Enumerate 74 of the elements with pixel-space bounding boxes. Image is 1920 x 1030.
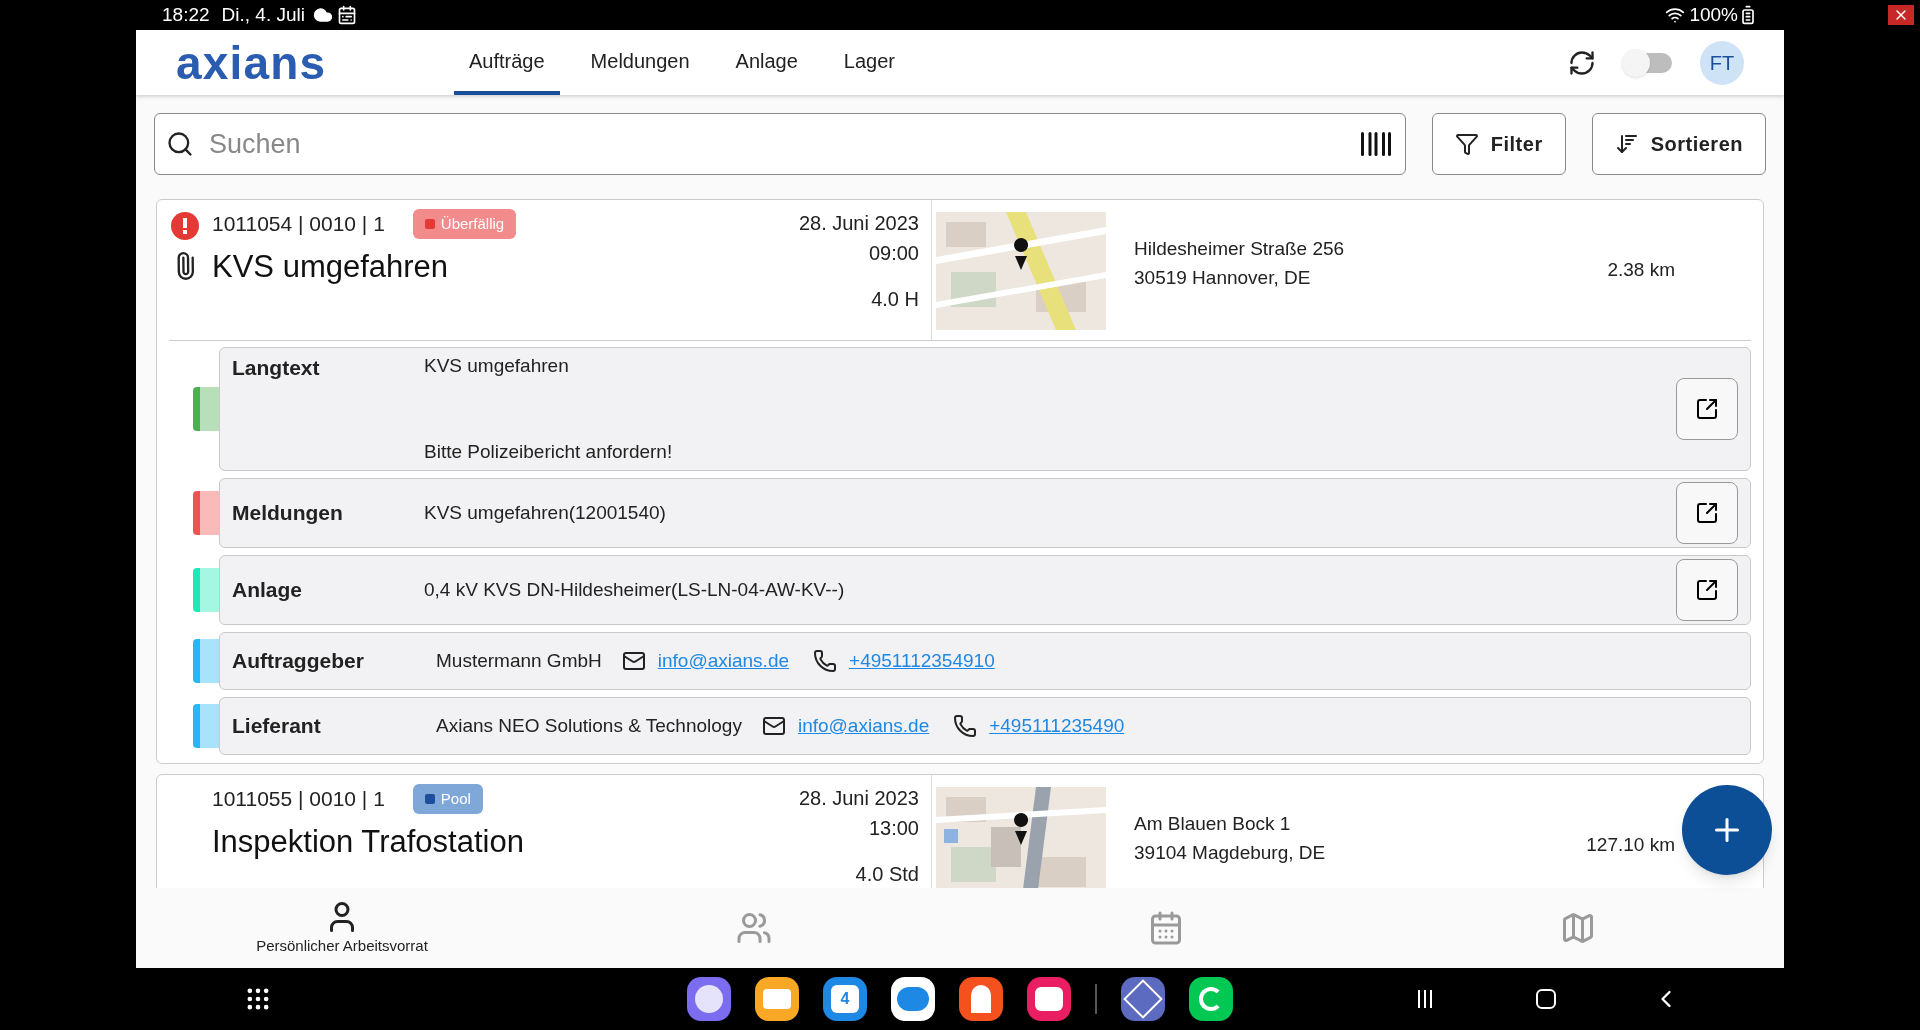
status-date: Di., 4. Juli: [221, 2, 305, 27]
detail-text: 0,4 kV KVS DN-Hildesheimer(LS-LN-04-AW-KV--): [424, 577, 845, 602]
battery-level: 100%: [1689, 2, 1738, 27]
order-number: 1011055 | 0010 | 1: [212, 786, 385, 812]
app-icon[interactable]: [891, 977, 935, 1021]
nav-tab[interactable]: Anlage: [720, 30, 813, 95]
detail-label: Lieferant: [232, 713, 322, 740]
wifi-icon: [1665, 5, 1686, 25]
people-icon: [736, 910, 772, 946]
search-field[interactable]: Suchen: [154, 113, 1406, 175]
detail-label: Anlage: [232, 577, 303, 604]
calendar-icon: [1148, 910, 1184, 946]
order-title: Inspektion Trafostation: [212, 822, 525, 861]
order-time: 09:00: [868, 241, 919, 266]
detail-label: Langtext: [232, 355, 321, 381]
cloud-icon: [312, 5, 333, 25]
app-icon[interactable]: 4: [823, 977, 867, 1021]
app-icon[interactable]: [959, 977, 1003, 1021]
logo: axians: [176, 39, 328, 86]
app-icon[interactable]: [1189, 977, 1233, 1021]
address-street: Am Blauen Bock 1: [1134, 812, 1292, 836]
nav-tab[interactable]: Aufträge: [454, 30, 560, 95]
sort-button[interactable]: Sortieren: [1591, 113, 1766, 175]
phone-icon: [813, 649, 838, 673]
open-button[interactable]: [1676, 482, 1738, 544]
external-link-icon: [1695, 578, 1719, 602]
app-icon[interactable]: [755, 977, 799, 1021]
distance: 2.38 km: [1607, 258, 1675, 282]
order-time: 13:00: [868, 816, 919, 841]
nav-tab[interactable]: Lager: [828, 30, 910, 95]
open-button[interactable]: [1676, 559, 1738, 621]
phone-icon: [953, 714, 978, 738]
order-date: 28. Juni 2023: [798, 786, 919, 811]
status-badge: Pool: [412, 783, 483, 814]
mail-icon: [621, 649, 646, 673]
sync-icon[interactable]: [1568, 48, 1596, 77]
order-number: 1011054 | 0010 | 1: [212, 211, 385, 237]
open-button[interactable]: [1676, 378, 1738, 440]
bottom-nav-item[interactable]: Persönlicher Arbeitsvorrat: [136, 888, 548, 968]
nav-tab[interactable]: Meldungen: [575, 30, 705, 95]
detail-label: Meldungen: [232, 500, 344, 527]
app-icon[interactable]: [1027, 977, 1071, 1021]
detail-text: KVS umgefahren: [424, 354, 570, 378]
distance: 127.10 km: [1586, 833, 1675, 857]
search-icon: [166, 130, 194, 158]
address-city: 39104 Magdeburg, DE: [1134, 841, 1326, 865]
order-date: 28. Juni 2023: [798, 211, 919, 236]
address-street: Hildesheimer Straße 256: [1134, 237, 1345, 261]
external-link-icon: [1695, 501, 1719, 525]
detail-label: Auftraggeber: [232, 648, 365, 675]
order-card[interactable]: 1011055 | 0010 | 1 Pool Inspektion Trafostation 28. Juni 2023 13:00 4.0 Std Am Blauen Bock 1 39104 Magdeburg, DE 127.10 km: [156, 774, 1764, 888]
status-badge: Überfällig: [412, 208, 517, 239]
contact-name: Axians NEO Solutions & Technology: [436, 713, 742, 738]
home-icon[interactable]: [1536, 989, 1556, 1009]
detail-text: Bitte Polizeibericht anfordern!: [424, 439, 674, 464]
sort-icon: [1614, 132, 1639, 156]
app-icon[interactable]: [1121, 977, 1165, 1021]
calendar-icon: [336, 5, 357, 25]
contact-name: Mustermann GmbH: [436, 648, 602, 673]
address-city: 30519 Hannover, DE: [1134, 266, 1312, 290]
filter-icon: [1454, 132, 1479, 156]
recent-apps-icon[interactable]: [1418, 990, 1432, 1008]
user-avatar[interactable]: FT: [1700, 40, 1744, 85]
app-icon[interactable]: [687, 977, 731, 1021]
filter-button[interactable]: Filter: [1431, 113, 1566, 175]
mail-icon: [761, 714, 786, 738]
order-duration: 4.0 Std: [855, 862, 919, 887]
order-duration: 4.0 H: [871, 287, 919, 312]
order-title: KVS umgefahren: [212, 247, 450, 286]
close-icon[interactable]: [1888, 5, 1914, 25]
external-link-icon: [1695, 397, 1719, 421]
map-icon: [1560, 910, 1596, 946]
status-time: 18:22: [162, 2, 210, 27]
detail-text: KVS umgefahren(12001540): [424, 500, 666, 525]
